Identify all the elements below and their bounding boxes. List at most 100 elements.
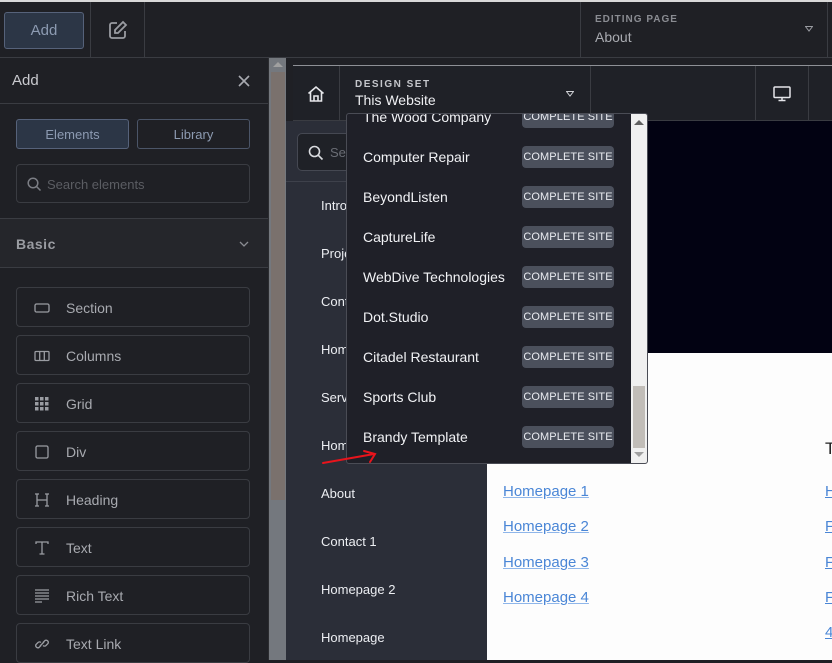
element-label: Text <box>66 540 92 556</box>
editing-page-value: About <box>595 29 632 45</box>
home-icon <box>307 85 325 102</box>
page-item[interactable]: Cont <box>321 294 348 309</box>
complete-site-badge: COMPLETE SITE <box>522 114 614 128</box>
canvas-link[interactable]: Homepage 1 <box>503 483 589 500</box>
canvas-link[interactable]: F <box>825 554 832 571</box>
annotation-arrow-icon <box>322 450 377 464</box>
complete-site-badge: COMPLETE SITE <box>522 346 614 368</box>
element-label: Grid <box>66 396 93 412</box>
close-icon[interactable] <box>236 73 252 89</box>
desktop-icon <box>773 85 791 101</box>
element-label: Columns <box>66 348 122 364</box>
dropdown-item[interactable]: BeyondListen COMPLETE SITE <box>347 176 632 216</box>
dropdown-item-brandy-template[interactable]: Brandy Template COMPLETE SITE <box>347 416 632 456</box>
design-set-value: This Website <box>355 92 436 108</box>
dropdown-scrollbar[interactable] <box>631 114 647 463</box>
canvas-link[interactable]: 4 <box>825 624 832 641</box>
desktop-view-button[interactable] <box>755 66 809 121</box>
caret-down-icon <box>805 26 813 32</box>
search-elements-field[interactable] <box>16 164 250 203</box>
dropdown-item[interactable]: Computer Repair COMPLETE SITE <box>347 136 632 176</box>
toolbar-divider <box>144 2 145 58</box>
complete-site-badge: COMPLETE SITE <box>522 306 614 328</box>
canvas-link[interactable]: Homepage 4 <box>503 589 589 606</box>
page-item[interactable]: Intro <box>321 198 347 213</box>
search-icon <box>308 145 324 161</box>
scroll-down-icon[interactable] <box>634 452 644 457</box>
top-toolbar: Add EDITING PAGE About <box>0 0 832 58</box>
section-icon <box>33 299 51 317</box>
dropdown-item[interactable]: Sports Club COMPLETE SITE <box>347 376 632 416</box>
home-button[interactable] <box>293 66 340 121</box>
search-elements-input[interactable] <box>47 173 242 195</box>
element-columns[interactable]: Columns <box>16 335 250 375</box>
complete-site-badge: COMPLETE SITE <box>522 426 614 448</box>
search-icon <box>27 177 42 192</box>
dropdown-item-name: Sports Club <box>363 389 437 405</box>
add-button[interactable]: Add <box>4 12 84 49</box>
scroll-up-icon[interactable] <box>634 120 644 125</box>
element-label: Text Link <box>66 636 122 652</box>
column-heading: T <box>825 439 832 458</box>
dropdown-item-name: Citadel Restaurant <box>363 349 479 365</box>
dropdown-item-name: Computer Repair <box>363 149 470 165</box>
pencil-square-icon[interactable] <box>107 19 129 41</box>
element-rich-text[interactable]: Rich Text <box>16 575 250 615</box>
editing-page-label: EDITING PAGE <box>595 14 678 25</box>
tab-library[interactable]: Library <box>137 119 250 149</box>
complete-site-badge: COMPLETE SITE <box>522 266 614 288</box>
element-label: Heading <box>66 492 119 508</box>
page-item-about[interactable]: About <box>321 486 355 501</box>
basic-section-label: Basic <box>16 236 56 252</box>
add-panel-title: Add <box>12 72 39 89</box>
basic-section-toggle[interactable]: Basic <box>0 218 268 268</box>
dropdown-item[interactable]: Citadel Restaurant COMPLETE SITE <box>347 336 632 376</box>
canvas-link[interactable]: Homepage 2 <box>503 518 589 535</box>
design-set-label: DESIGN SET <box>355 79 431 90</box>
element-div[interactable]: Div <box>16 431 250 471</box>
page-item[interactable]: Contact 1 <box>321 534 377 549</box>
canvas-link[interactable]: H <box>825 483 832 500</box>
add-panel-scrollbar[interactable] <box>268 58 286 660</box>
element-section[interactable]: Section <box>16 287 250 327</box>
page-item[interactable]: Serv <box>321 390 348 405</box>
tab-elements[interactable]: Elements <box>16 119 129 149</box>
chevron-down-icon <box>239 241 249 247</box>
dropdown-item-name: WebDive Technologies <box>363 269 505 285</box>
div-icon <box>33 443 51 461</box>
dropdown-item[interactable]: WebDive Technologies COMPLETE SITE <box>347 256 632 296</box>
element-text[interactable]: Text <box>16 527 250 567</box>
page-item[interactable]: Hom <box>321 342 348 357</box>
element-heading[interactable]: Heading <box>16 479 250 519</box>
scroll-up-icon[interactable] <box>273 62 283 67</box>
rich-text-icon <box>33 587 51 605</box>
scrollbar-thumb[interactable] <box>633 386 645 448</box>
caret-down-icon <box>566 91 574 97</box>
heading-icon <box>33 491 51 509</box>
link-icon <box>33 635 51 653</box>
canvas-link[interactable]: F <box>825 589 832 606</box>
dropdown-item-name: CaptureLife <box>363 229 436 245</box>
page-item[interactable]: Homepage <box>321 630 385 645</box>
scrollbar-thumb[interactable] <box>271 72 285 500</box>
dropdown-item[interactable]: The Wood Company COMPLETE SITE <box>347 114 632 136</box>
element-grid[interactable]: Grid <box>16 383 250 423</box>
grid-icon <box>33 395 51 413</box>
toolbar-divider <box>90 2 91 58</box>
dropdown-item-name: BeyondListen <box>363 189 448 205</box>
editing-page-select[interactable]: EDITING PAGE About <box>580 2 828 58</box>
divider <box>0 103 268 104</box>
element-label: Rich Text <box>66 588 124 604</box>
dropdown-item-name: Brandy Template <box>363 429 468 445</box>
canvas-link[interactable]: F <box>825 518 832 535</box>
canvas-link[interactable]: Homepage 3 <box>503 554 589 571</box>
dropdown-item[interactable]: CaptureLife COMPLETE SITE <box>347 216 632 256</box>
columns-icon <box>33 347 51 365</box>
dropdown-item-name: Dot.Studio <box>363 309 429 325</box>
dropdown-item[interactable]: Dot.Studio COMPLETE SITE <box>347 296 632 336</box>
text-icon <box>33 539 51 557</box>
element-label: Div <box>66 444 87 460</box>
add-panel: Add Elements Library Basic Section Colum… <box>0 58 268 663</box>
element-text-link[interactable]: Text Link <box>16 623 250 663</box>
page-item[interactable]: Homepage 2 <box>321 582 395 597</box>
